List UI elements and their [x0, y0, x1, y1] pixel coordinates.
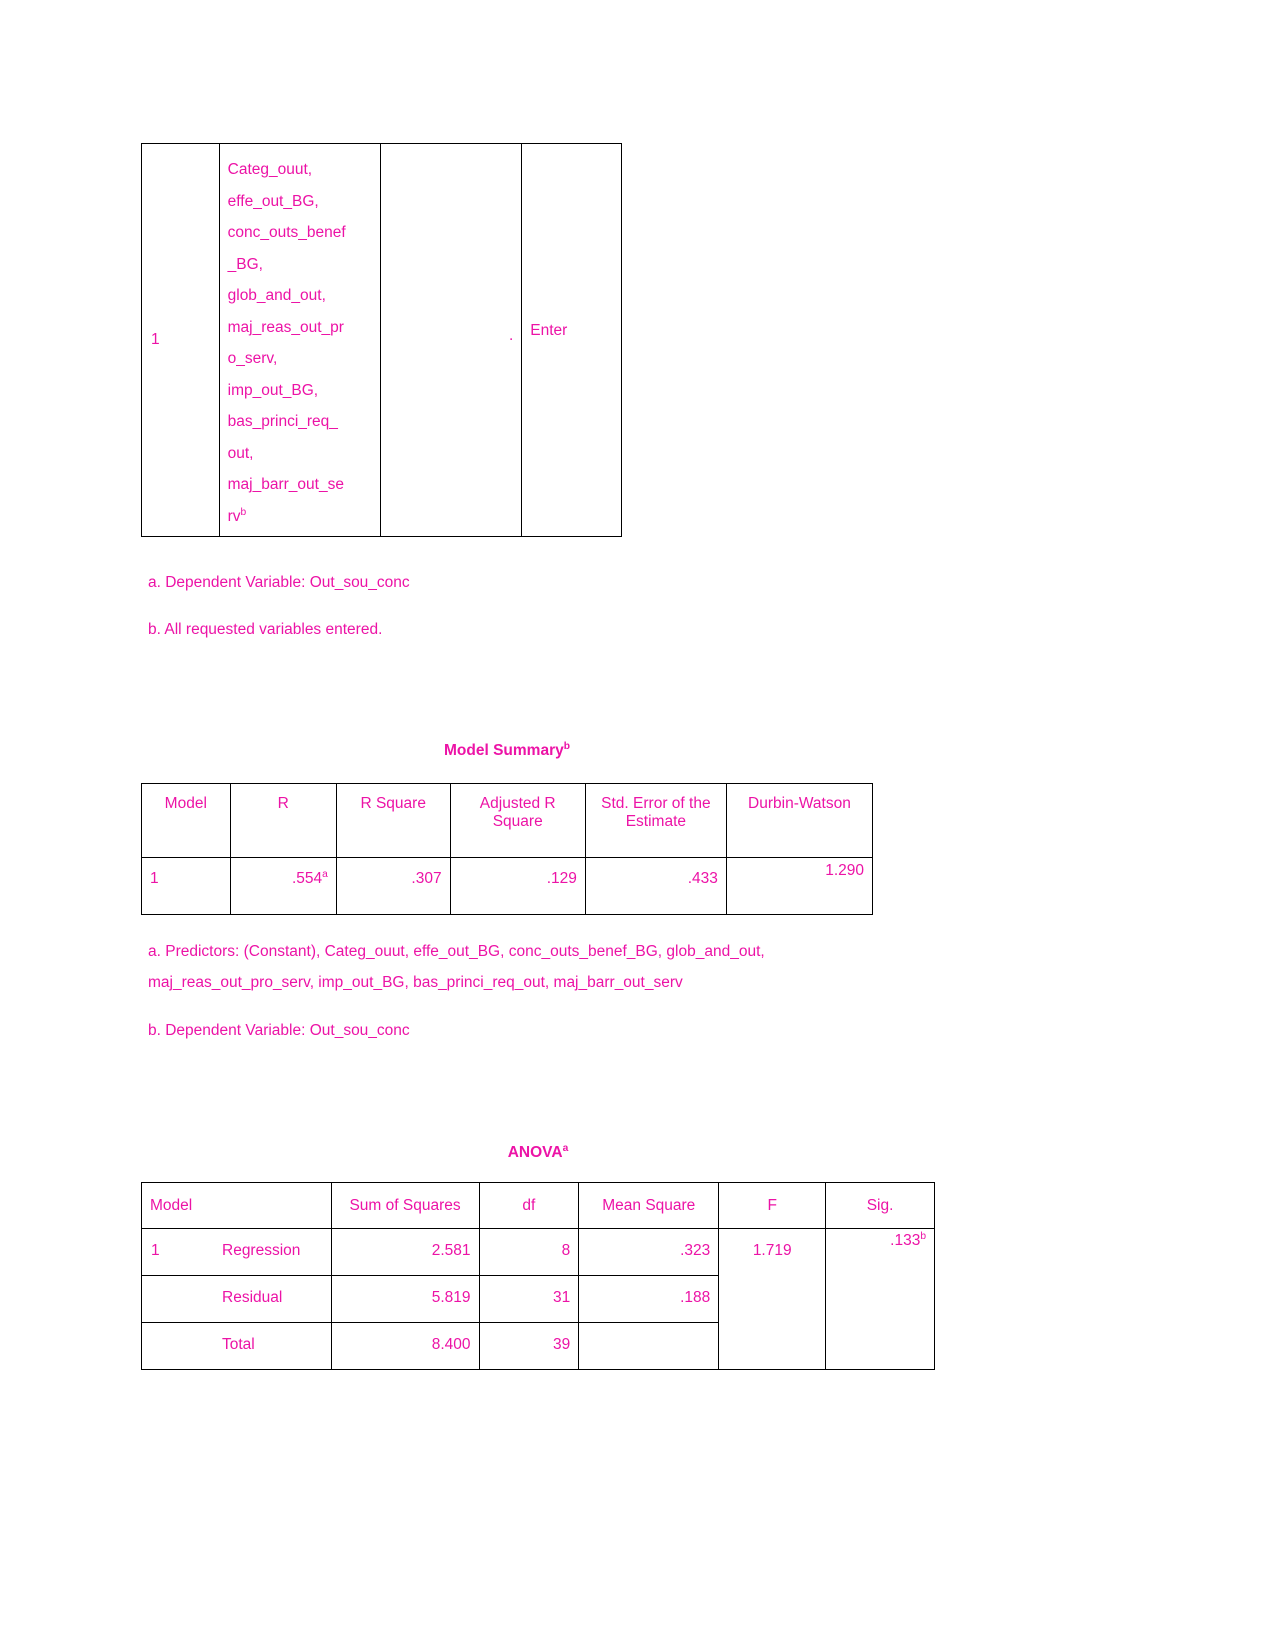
variables-entered-table: 1 Categ_ouut, effe_out_BG, conc_outs_ben… [141, 143, 622, 537]
cell-mean-square: .323 [578, 1228, 720, 1276]
cell-durbin-watson: 1.290 [725, 857, 874, 915]
header-durbin-watson: Durbin-Watson [725, 783, 874, 858]
cell-adjusted-r-square: .129 [449, 857, 586, 915]
header-model: Model [141, 783, 231, 858]
header-df: df [478, 1182, 580, 1229]
variables-entered-line: out, [227, 444, 254, 462]
model-summary-footnote-a-line2: maj_reas_out_pro_serv, imp_out_BG, bas_p… [148, 974, 683, 991]
table-row: 1 .554a .307 .129 .433 1.290 [141, 857, 874, 915]
cell-sig: .133b [825, 1228, 935, 1370]
model-summary-footnote-b: b. Dependent Variable: Out_sou_conc [148, 1022, 410, 1039]
header-r-square: R Square [335, 783, 451, 858]
cell-mean-square: .188 [578, 1275, 720, 1323]
model-summary-footnote-a: a. Predictors: (Constant), Categ_ouut, e… [148, 936, 878, 998]
variables-removed-cell: . [380, 143, 523, 537]
variables-entered-line: imp_out_BG, [227, 381, 319, 399]
variables-entered-line: o_serv, [227, 350, 278, 367]
cell-r: .554a [229, 857, 337, 915]
variables-entered-line: Categ_ouut, [227, 161, 313, 178]
table-row: 1 Regression 2.581 8 .323 1.719 .133b [141, 1228, 935, 1370]
footnote-marker-b: b [563, 740, 570, 752]
header-r: R [229, 783, 337, 858]
header-f: F [718, 1182, 827, 1229]
cell-f: 1.719 [718, 1228, 827, 1370]
footnote-marker-a: a [562, 1142, 569, 1154]
anova-row-label-residual: Residual [141, 1275, 332, 1323]
cell-mean-square [578, 1322, 720, 1370]
header-adjusted-r-square: Adjusted R Square [449, 783, 586, 858]
anova-row-label-total: Total [141, 1322, 332, 1370]
variables-footnote-b: b. All requested variables entered. [148, 621, 383, 638]
method-value: Enter [530, 322, 568, 339]
footnote-marker-b: b [240, 506, 247, 518]
cell-std-error: .433 [584, 857, 727, 915]
model-summary-table-wrapper: Model R R Square Adjusted R Square Std. … [141, 783, 874, 915]
variables-entered-line: conc_outs_benef [227, 224, 346, 241]
model-summary-caption: Model Summaryb [141, 740, 873, 760]
document-page: 1 Categ_ouut, effe_out_BG, conc_outs_ben… [0, 0, 1275, 1651]
anova-table-wrapper: Model Sum of Squares df Mean Square F Si… [141, 1182, 935, 1370]
anova-table: Model Sum of Squares df Mean Square F Si… [141, 1182, 935, 1370]
variables-entered-line-text: rv [227, 507, 241, 525]
footnote-marker-a: a [322, 868, 328, 880]
anova-source-label: Total [222, 1336, 255, 1353]
footnote-marker-b: b [920, 1230, 926, 1242]
cell-sum-of-squares: 2.581 [330, 1228, 480, 1276]
variables-entered-line: maj_reas_out_pr [227, 318, 344, 336]
variables-entered-line: maj_barr_out_se [227, 476, 344, 493]
model-summary-footnote-a-line1: a. Predictors: (Constant), Categ_ouut, e… [148, 943, 765, 960]
variables-entered-line: bas_princi_req_ [227, 413, 338, 430]
cell-r-square: .307 [335, 857, 451, 915]
method-cell: Enter [521, 143, 622, 537]
variables-entered-line: effe_out_BG, [227, 192, 319, 210]
model-summary-table: Model R R Square Adjusted R Square Std. … [141, 783, 874, 915]
anova-model-number: 1 [151, 1242, 160, 1259]
header-model: Model [141, 1182, 332, 1229]
anova-source-label: Residual [222, 1289, 283, 1306]
cell-sum-of-squares: 5.819 [330, 1275, 480, 1323]
cell-sig-value: .133 [890, 1232, 921, 1249]
cell-sum-of-squares: 8.400 [330, 1322, 480, 1370]
cell-model: 1 [141, 857, 231, 915]
anova-row-label-regression: 1 Regression [141, 1228, 332, 1276]
cell-df: 31 [478, 1275, 580, 1323]
variables-entered-cell: Categ_ouut, effe_out_BG, conc_outs_benef… [218, 143, 382, 537]
variables-entered-line: glob_and_out, [227, 287, 326, 304]
header-mean-square: Mean Square [578, 1182, 720, 1229]
model-number: 1 [151, 331, 160, 348]
anova-source-label: Regression [222, 1242, 301, 1259]
anova-caption: ANOVAa [141, 1142, 935, 1162]
variables-entered-last-line: rvb [228, 501, 373, 533]
header-std-error: Std. Error of the Estimate [584, 783, 727, 858]
model-number-cell: 1 [141, 143, 220, 537]
header-sum-of-squares: Sum of Squares [330, 1182, 480, 1229]
table-row: 1 Categ_ouut, effe_out_BG, conc_outs_ben… [141, 143, 622, 537]
variables-footnote-a: a. Dependent Variable: Out_sou_conc [148, 574, 410, 591]
table-header-row: Model Sum of Squares df Mean Square F Si… [141, 1182, 935, 1229]
variables-entered-table-wrapper: 1 Categ_ouut, effe_out_BG, conc_outs_ben… [141, 143, 622, 537]
cell-r-value: .554 [291, 870, 323, 887]
variables-entered-line: _BG, [227, 255, 263, 273]
model-summary-caption-text: Model Summary [444, 742, 564, 759]
cell-df: 8 [478, 1228, 580, 1276]
anova-caption-text: ANOVA [507, 1144, 563, 1161]
variables-removed-value: . [508, 327, 514, 344]
header-sig: Sig. [825, 1182, 935, 1229]
table-header-row: Model R R Square Adjusted R Square Std. … [141, 783, 874, 858]
cell-df: 39 [478, 1322, 580, 1370]
